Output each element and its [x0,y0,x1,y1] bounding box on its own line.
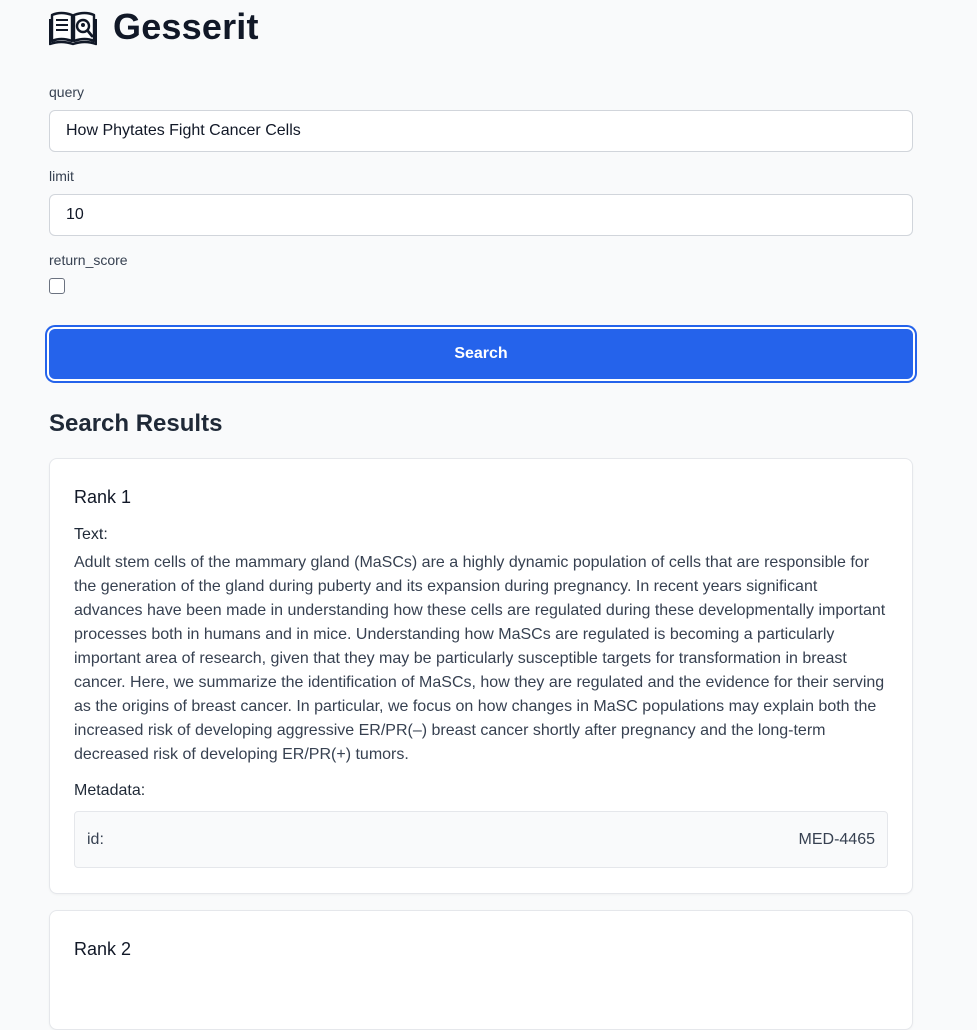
metadata-key: id: [87,830,104,848]
limit-field: limit [49,166,913,236]
results-heading: Search Results [49,410,223,437]
result-card: Rank 2 [49,910,913,1030]
result-text: Adult stem cells of the mammary gland (M… [74,554,886,763]
result-card: Rank 1 Text: Adult stem cells of the mam… [49,458,913,894]
text-label: Text: [74,526,108,543]
rank-title: Rank 2 [74,939,132,959]
limit-input[interactable] [49,194,913,236]
return-score-checkbox[interactable] [49,278,65,294]
query-input[interactable] [49,110,913,152]
return-score-field: return_score [49,250,913,294]
limit-label: limit [49,168,74,184]
app-header: Gesserit [48,2,259,52]
search-form: query limit return_score [49,82,913,308]
query-label: query [49,84,85,100]
metadata-value: MED-4465 [798,830,875,848]
query-field: query [49,82,913,152]
book-magnifier-icon [48,7,98,47]
return-score-label: return_score [49,252,128,268]
metadata-label: Metadata: [74,782,146,799]
rank-title: Rank 1 [74,487,132,507]
app-title: Gesserit [113,6,259,47]
search-button[interactable]: Search [49,329,913,379]
metadata-row: id: MED-4465 [74,811,888,868]
